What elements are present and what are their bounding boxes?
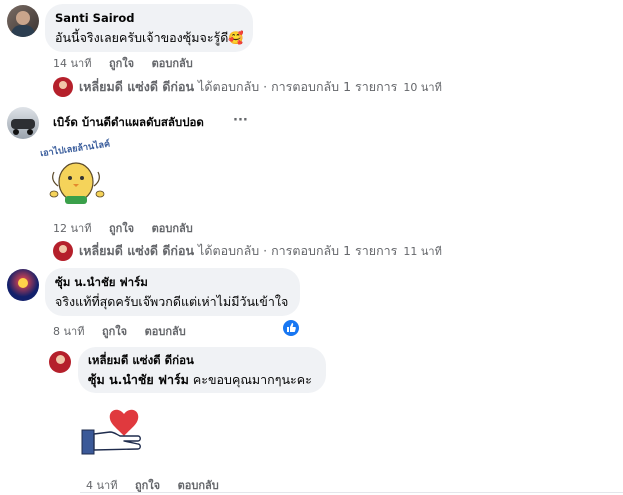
comment-text: จริงแท้ที่สุดครับเจ๊พวกดีแต่เห่าไม่มีวัน… bbox=[55, 294, 289, 309]
avatar[interactable] bbox=[7, 107, 39, 139]
reply-button[interactable]: ตอบกลับ bbox=[178, 479, 219, 492]
like-button[interactable]: ถูกใจ bbox=[109, 222, 134, 235]
heart-hand-sticker bbox=[80, 406, 146, 460]
reply-summary-text: ได้ตอบกลับ · การตอบกลับ 1 รายการ bbox=[198, 79, 398, 94]
view-replies-link[interactable]: เหลี่ยมดี แซ่งดี ดีก่อน ได้ตอบกลับ · การ… bbox=[53, 241, 442, 261]
comment-time[interactable]: 14 นาที bbox=[53, 57, 91, 70]
reply-bubble: เหลี่ยมดี แซ่งดี ดีก่อน ซุ้ม น.นำชัย ฟาร… bbox=[78, 347, 326, 393]
reply-author[interactable]: เหลี่ยมดี แซ่งดี ดีก่อน bbox=[88, 353, 316, 368]
comment-bubble: ซุ้ม น.นำชัย ฟาร์ม จริงแท้ที่สุดครับเจ๊พ… bbox=[45, 268, 300, 316]
like-reaction-icon[interactable] bbox=[283, 320, 299, 336]
comment-author[interactable]: Santi Sairod bbox=[55, 11, 243, 26]
heart-hand-icon bbox=[81, 409, 141, 455]
avatar bbox=[53, 77, 73, 97]
reply-time[interactable]: 4 นาที bbox=[86, 479, 117, 492]
reply-button[interactable]: ตอบกลับ bbox=[152, 222, 193, 235]
view-replies-link[interactable]: เหลี่ยมดี แซ่งดี ดีก่อน ได้ตอบกลับ · การ… bbox=[53, 77, 442, 97]
comment-author[interactable]: เบิร์ด บ้านดีดำแผลดับสลับปอด bbox=[53, 115, 204, 130]
avatar bbox=[53, 241, 73, 261]
replier-name: เหลี่ยมดี แซ่งดี ดีก่อน bbox=[79, 243, 195, 258]
like-button[interactable]: ถูกใจ bbox=[102, 325, 127, 338]
more-options-icon[interactable]: ··· bbox=[233, 113, 248, 128]
reply-summary-text: ได้ตอบกลับ · การตอบกลับ 1 รายการ bbox=[198, 243, 398, 258]
comment-time[interactable]: 12 นาที bbox=[53, 222, 91, 235]
reply-time: 11 นาที bbox=[403, 245, 442, 258]
sticker: เอาไปเลยล้านไลค์ bbox=[40, 140, 116, 210]
comment-text: อันนี้จริงเลยครับเจ้าของซุ้มจะรู้ดี🥰 bbox=[55, 30, 244, 45]
comment-actions: 8 นาที ถูกใจ ตอบกลับ bbox=[53, 322, 200, 340]
avatar[interactable] bbox=[49, 351, 71, 373]
mention-link[interactable]: ซุ้ม น.นำชัย ฟาร์ม bbox=[88, 372, 189, 387]
comment-actions: 14 นาที ถูกใจ ตอบกลับ bbox=[53, 54, 207, 72]
like-button[interactable]: ถูกใจ bbox=[135, 479, 160, 492]
comment-actions: 12 นาที ถูกใจ ตอบกลับ bbox=[53, 219, 207, 237]
replier-name: เหลี่ยมดี แซ่งดี ดีก่อน bbox=[79, 79, 195, 94]
reply-button[interactable]: ตอบกลับ bbox=[145, 325, 186, 338]
comment-time[interactable]: 8 นาที bbox=[53, 325, 84, 338]
reply-button[interactable]: ตอบกลับ bbox=[152, 57, 193, 70]
divider bbox=[80, 492, 623, 493]
avatar[interactable] bbox=[7, 5, 39, 37]
like-button[interactable]: ถูกใจ bbox=[109, 57, 134, 70]
reply-message: คะขอบคุณมากๆนะคะ bbox=[188, 372, 312, 387]
reply-text: ซุ้ม น.นำชัย ฟาร์ม คะขอบคุณมากๆนะคะ bbox=[88, 371, 316, 388]
comment-bubble: Santi Sairod อันนี้จริงเลยครับเจ้าของซุ้… bbox=[45, 4, 253, 52]
avatar[interactable] bbox=[7, 269, 39, 301]
comment-author[interactable]: ซุ้ม น.นำชัย ฟาร์ม bbox=[55, 275, 290, 290]
reply-time: 10 นาที bbox=[403, 81, 442, 94]
